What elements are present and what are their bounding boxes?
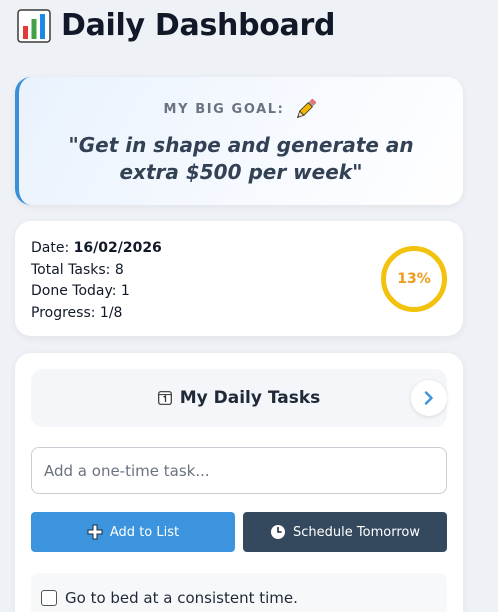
- tasks-card: My Daily Tasks Add to List Schedule Tomo…: [15, 353, 463, 612]
- stats-list: Date: 16/02/2026 Total Tasks: 8 Done Tod…: [31, 238, 162, 324]
- goal-label: MY BIG GOAL:: [163, 101, 285, 117]
- next-day-button[interactable]: [411, 380, 447, 416]
- task-label: Go to bed at a consistent time.: [65, 589, 298, 607]
- stats-card: Date: 16/02/2026 Total Tasks: 8 Done Tod…: [15, 221, 463, 336]
- calendar-icon: [157, 391, 172, 405]
- progress-ring: 13%: [381, 246, 447, 312]
- tasks-title: My Daily Tasks: [179, 388, 321, 408]
- dashboard-page: Daily Dashboard MY BIG GOAL: "Get in sha…: [0, 0, 498, 612]
- schedule-tomorrow-button[interactable]: Schedule Tomorrow: [243, 512, 447, 552]
- pencil-icon: [297, 98, 317, 119]
- tasks-header: My Daily Tasks: [31, 369, 447, 427]
- progress-percent: 13%: [397, 271, 431, 287]
- plus-icon: [87, 524, 103, 540]
- task-checkbox[interactable]: [41, 590, 57, 606]
- goal-text: "Get in shape and generate an extra $500…: [68, 133, 414, 184]
- add-to-list-label: Add to List: [109, 524, 180, 540]
- date-label: Date:: [31, 240, 70, 256]
- task-input[interactable]: [31, 447, 447, 494]
- stat-date: Date: 16/02/2026: [31, 238, 162, 260]
- chevron-right-icon: [424, 391, 433, 405]
- goal-card: MY BIG GOAL: "Get in shape and generate …: [15, 77, 463, 205]
- date-value: 16/02/2026: [73, 240, 162, 256]
- goal-label-row: MY BIG GOAL:: [19, 97, 463, 121]
- page-header: Daily Dashboard: [17, 8, 335, 43]
- add-to-list-button[interactable]: Add to List: [31, 512, 235, 552]
- bar-chart-icon: [17, 8, 51, 43]
- page-title: Daily Dashboard: [61, 8, 336, 43]
- task-item[interactable]: Go to bed at a consistent time.: [31, 573, 447, 612]
- stat-total-tasks: Total Tasks: 8: [31, 261, 124, 278]
- stat-done-today: Done Today: 1: [31, 283, 130, 299]
- stat-progress: Progress: 1/8: [31, 304, 123, 321]
- schedule-tomorrow-label: Schedule Tomorrow: [293, 524, 420, 540]
- clock-icon: [271, 525, 286, 539]
